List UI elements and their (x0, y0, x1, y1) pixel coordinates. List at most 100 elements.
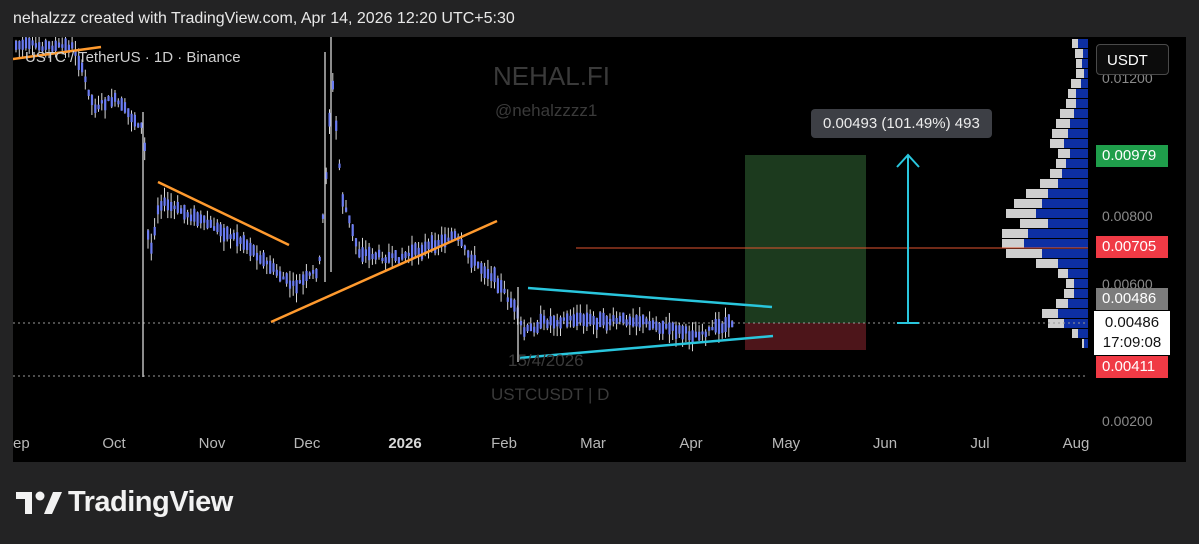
volume-profile-bar (1050, 139, 1064, 148)
volume-profile-bar (1071, 79, 1081, 88)
tradingview-logo-icon (16, 491, 62, 514)
candle-body (391, 253, 394, 259)
resistance-price-badge: 0.00705 (1096, 236, 1168, 258)
candle-body (97, 104, 100, 110)
stop-price-badge: 0.00411 (1096, 356, 1168, 378)
volume-profile-bar (1076, 89, 1088, 98)
candle-body (110, 97, 113, 107)
candle-body (163, 197, 166, 206)
volume-profile-bar (1042, 249, 1088, 258)
candle-body (605, 316, 608, 331)
volume-profile-bar (1066, 99, 1076, 108)
candle-body (523, 327, 526, 337)
candle-body (160, 201, 163, 211)
candle-body (71, 42, 74, 49)
volume-profile (1002, 39, 1088, 348)
candle-body (384, 257, 387, 263)
candle-body (546, 320, 549, 329)
candle-body (638, 316, 641, 328)
volume-profile-bar (1042, 309, 1058, 318)
trendline-ascending[interactable] (270, 219, 498, 324)
candle-body (335, 120, 338, 131)
watermark-title: NEHAL.FI (493, 61, 611, 91)
volume-profile-bar (1076, 59, 1082, 68)
candle-body (196, 212, 199, 227)
candle-body (143, 142, 146, 152)
candle-body (467, 250, 470, 258)
candle-body (31, 40, 34, 46)
page-header: nehalzzz created with TradingView.com, A… (13, 10, 515, 27)
candle-body (628, 316, 631, 326)
volume-profile-bar (1075, 49, 1083, 58)
watermark-handle: @nehalzzzz1 (495, 101, 598, 120)
candle-body (381, 258, 384, 262)
volume-profile-bar (1048, 219, 1088, 228)
candle-body (265, 260, 268, 265)
chart-area[interactable]: USTC / TetherUS · 1D · Binance NEHAL.FI … (13, 37, 1186, 462)
candle-body (477, 261, 480, 268)
triangle-upper-line[interactable] (527, 286, 773, 309)
currency-button[interactable]: USDT (1096, 44, 1169, 75)
candle-body (123, 102, 127, 113)
candle-body (714, 318, 717, 333)
candle-body (582, 314, 585, 326)
candle-body (94, 104, 97, 113)
candle-body (351, 224, 354, 237)
candle-body (609, 318, 612, 326)
volume-profile-bar (1058, 149, 1070, 158)
candle-body (140, 122, 143, 128)
candle-body (490, 273, 493, 282)
candle-body (176, 201, 179, 213)
volume-profile-bar (1068, 129, 1088, 138)
candle-body (708, 326, 711, 331)
candle-body (90, 95, 94, 106)
date-tick: Dec (293, 435, 321, 452)
candle-body (18, 41, 21, 50)
candle-body (668, 322, 671, 335)
candle-body (407, 252, 410, 257)
candle-body (411, 244, 414, 260)
candle-body (226, 226, 229, 240)
last-price-value: 0.00486 (1104, 314, 1160, 331)
candle-body (368, 246, 371, 261)
candle-body (401, 253, 404, 260)
candle-body (15, 40, 18, 50)
candle-body (599, 312, 602, 328)
volume-profile-bar (1066, 159, 1088, 168)
candle-body (592, 315, 595, 325)
symbol-info[interactable]: USTC / TetherUS · 1D · Binance (25, 49, 241, 66)
volume-profile-bar (1070, 149, 1088, 158)
measure-label[interactable]: 0.00493 (101.49%) 493 (811, 109, 992, 138)
candle-body (305, 270, 308, 282)
candle-body (57, 42, 61, 48)
brand-footer[interactable]: TradingView (16, 486, 233, 519)
candle-body (21, 39, 24, 50)
price-tick: 0.00800 (1102, 208, 1153, 224)
volume-profile-bar (1028, 229, 1088, 238)
candle-body (420, 244, 424, 260)
volume-profile-bar (1040, 179, 1058, 188)
candle-body (694, 331, 697, 338)
candle-body (453, 231, 457, 239)
candle-body (364, 249, 367, 256)
candle-body (206, 219, 209, 229)
candle-body (539, 313, 542, 329)
candle-body (374, 252, 377, 260)
candle-body (186, 212, 189, 218)
volume-profile-bar (1020, 219, 1048, 228)
candle-body (473, 255, 476, 266)
volume-profile-bar (1036, 209, 1088, 218)
candle-body (130, 113, 133, 123)
candle-body (252, 245, 255, 256)
candle-body (632, 317, 635, 327)
candle-body (430, 235, 433, 250)
volume-profile-bar (1082, 59, 1088, 68)
candle-body (427, 241, 430, 250)
candle-body (312, 270, 315, 274)
ask-price-badge: 0.00486 (1096, 288, 1168, 310)
volume-profile-bar (1078, 329, 1088, 338)
candle-body (529, 323, 532, 332)
candle-body (661, 320, 664, 334)
candle-body (526, 324, 529, 332)
date-tick: Aug (1062, 435, 1090, 452)
